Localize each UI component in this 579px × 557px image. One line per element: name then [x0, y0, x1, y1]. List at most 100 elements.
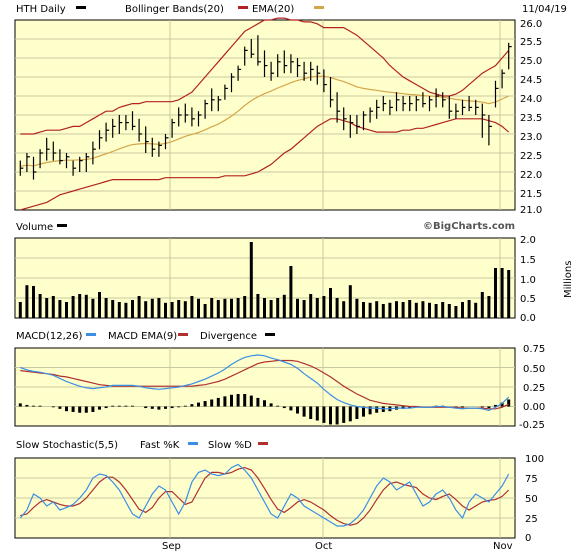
macd-label: MACD(12,26) — [16, 331, 83, 342]
divergence-bar — [342, 406, 346, 423]
divergence-bar — [38, 405, 42, 407]
ema-legend-swatch — [314, 6, 324, 9]
volume-bar — [223, 298, 227, 318]
volume-bar — [18, 302, 22, 318]
slow-d-legend-swatch — [258, 442, 268, 445]
volume-bar — [309, 294, 313, 318]
price-tick-label: 24.0 — [520, 94, 542, 105]
volume-bar — [98, 292, 101, 318]
ticker-label: HTH Daily — [16, 4, 66, 15]
volume-bar — [117, 302, 121, 318]
volume-axis-title: Millions — [563, 261, 574, 298]
volume-label: Volume — [16, 222, 53, 233]
price-tick-label: 22.0 — [520, 170, 542, 181]
divergence-bar — [170, 406, 174, 409]
price-tick-label: 23.0 — [520, 132, 542, 143]
volume-bar — [65, 302, 68, 318]
volume-bar — [289, 266, 293, 318]
x-tick-label-oct: Oct — [315, 541, 332, 552]
volume-bar — [401, 302, 405, 318]
volume-bar — [282, 294, 286, 318]
divergence-bar — [18, 403, 22, 407]
divergence-bar — [190, 404, 194, 407]
divergence-bar — [111, 405, 115, 407]
volume-bar — [190, 296, 194, 318]
volume-tick-label: 0.5 — [520, 294, 536, 305]
macd-ema-label: MACD EMA(9) — [108, 331, 177, 342]
divergence-bar — [487, 406, 491, 409]
volume-bar — [474, 302, 478, 318]
divergence-bar — [480, 406, 484, 408]
volume-bar — [269, 300, 273, 318]
divergence-bar — [348, 406, 352, 422]
volume-bar — [302, 300, 306, 318]
divergence-bar — [84, 406, 88, 413]
volume-bar — [32, 286, 35, 318]
volume-bar — [170, 302, 174, 318]
volume-bar — [216, 300, 220, 318]
divergence-bar — [296, 406, 299, 414]
divergence-bar — [309, 406, 313, 419]
divergence-bar — [104, 406, 108, 409]
volume-bar — [276, 298, 280, 318]
volume-tick-label: 2.0 — [520, 235, 536, 246]
volume-bar — [368, 302, 372, 318]
divergence-bar — [243, 394, 247, 407]
volume-bar — [507, 270, 511, 318]
volume-bar — [480, 292, 484, 318]
volume-bar — [104, 298, 108, 318]
volume-bar — [388, 302, 392, 318]
volume-bar — [111, 300, 115, 318]
divergence-bar — [329, 406, 332, 425]
divergence-bar — [203, 401, 207, 407]
macd-tick-label: -0.25 — [519, 420, 545, 431]
volume-bar — [348, 285, 352, 318]
divergence-bar — [249, 395, 253, 407]
divergence-bar — [315, 406, 319, 421]
volume-tick-label: 1.5 — [520, 255, 536, 266]
volume-bar — [494, 268, 497, 318]
volume-bar — [203, 304, 207, 318]
stock-chart: HTH Daily Bollinger Bands(20) EMA(20) 11… — [0, 0, 579, 553]
divergence-bar — [461, 406, 464, 408]
divergence-bar — [157, 406, 161, 410]
macd-tick-label: 0.75 — [523, 344, 545, 355]
volume-bar — [249, 242, 253, 318]
fast-k-label: Fast %K — [140, 440, 180, 451]
divergence-bar — [58, 406, 62, 409]
divergence-bar — [282, 406, 286, 409]
volume-bar — [243, 296, 247, 318]
fast-k-legend-swatch — [188, 442, 198, 445]
divergence-bar — [177, 406, 181, 408]
stochastic-label: Slow Stochastic(5,5) — [16, 440, 118, 451]
volume-bar — [25, 285, 29, 318]
divergence-bar — [269, 403, 273, 407]
price-tick-label: 23.5 — [520, 113, 542, 124]
divergence-bar — [131, 405, 134, 407]
watermark: ©BigCharts.com — [423, 221, 515, 232]
volume-bar — [487, 296, 491, 318]
volume-bar — [164, 302, 167, 318]
volume-bar — [355, 298, 359, 318]
volume-bar — [91, 298, 95, 318]
divergence-legend-swatch — [265, 333, 275, 336]
volume-bar — [395, 301, 398, 318]
chart-svg: HTH Daily Bollinger Bands(20) EMA(20) 11… — [14, 4, 574, 552]
volume-bar — [38, 294, 42, 318]
volume-bar — [329, 288, 332, 318]
stochastic-tick-label: 75 — [525, 474, 538, 485]
divergence-bar — [32, 405, 35, 407]
volume-bar — [131, 300, 134, 318]
volume-bar — [315, 298, 319, 318]
price-tick-label: 26.0 — [520, 19, 542, 30]
divergence-bar — [216, 397, 220, 407]
stochastic-tick-label: 0 — [525, 533, 531, 544]
divergence-label: Divergence — [200, 331, 257, 342]
volume-bar — [335, 298, 339, 318]
volume-bar — [177, 300, 181, 318]
volume-bar — [137, 296, 141, 318]
x-tick-label-nov: Nov — [493, 541, 513, 552]
volume-bar — [421, 301, 425, 318]
volume-bar — [447, 304, 451, 318]
divergence-bar — [98, 406, 101, 410]
